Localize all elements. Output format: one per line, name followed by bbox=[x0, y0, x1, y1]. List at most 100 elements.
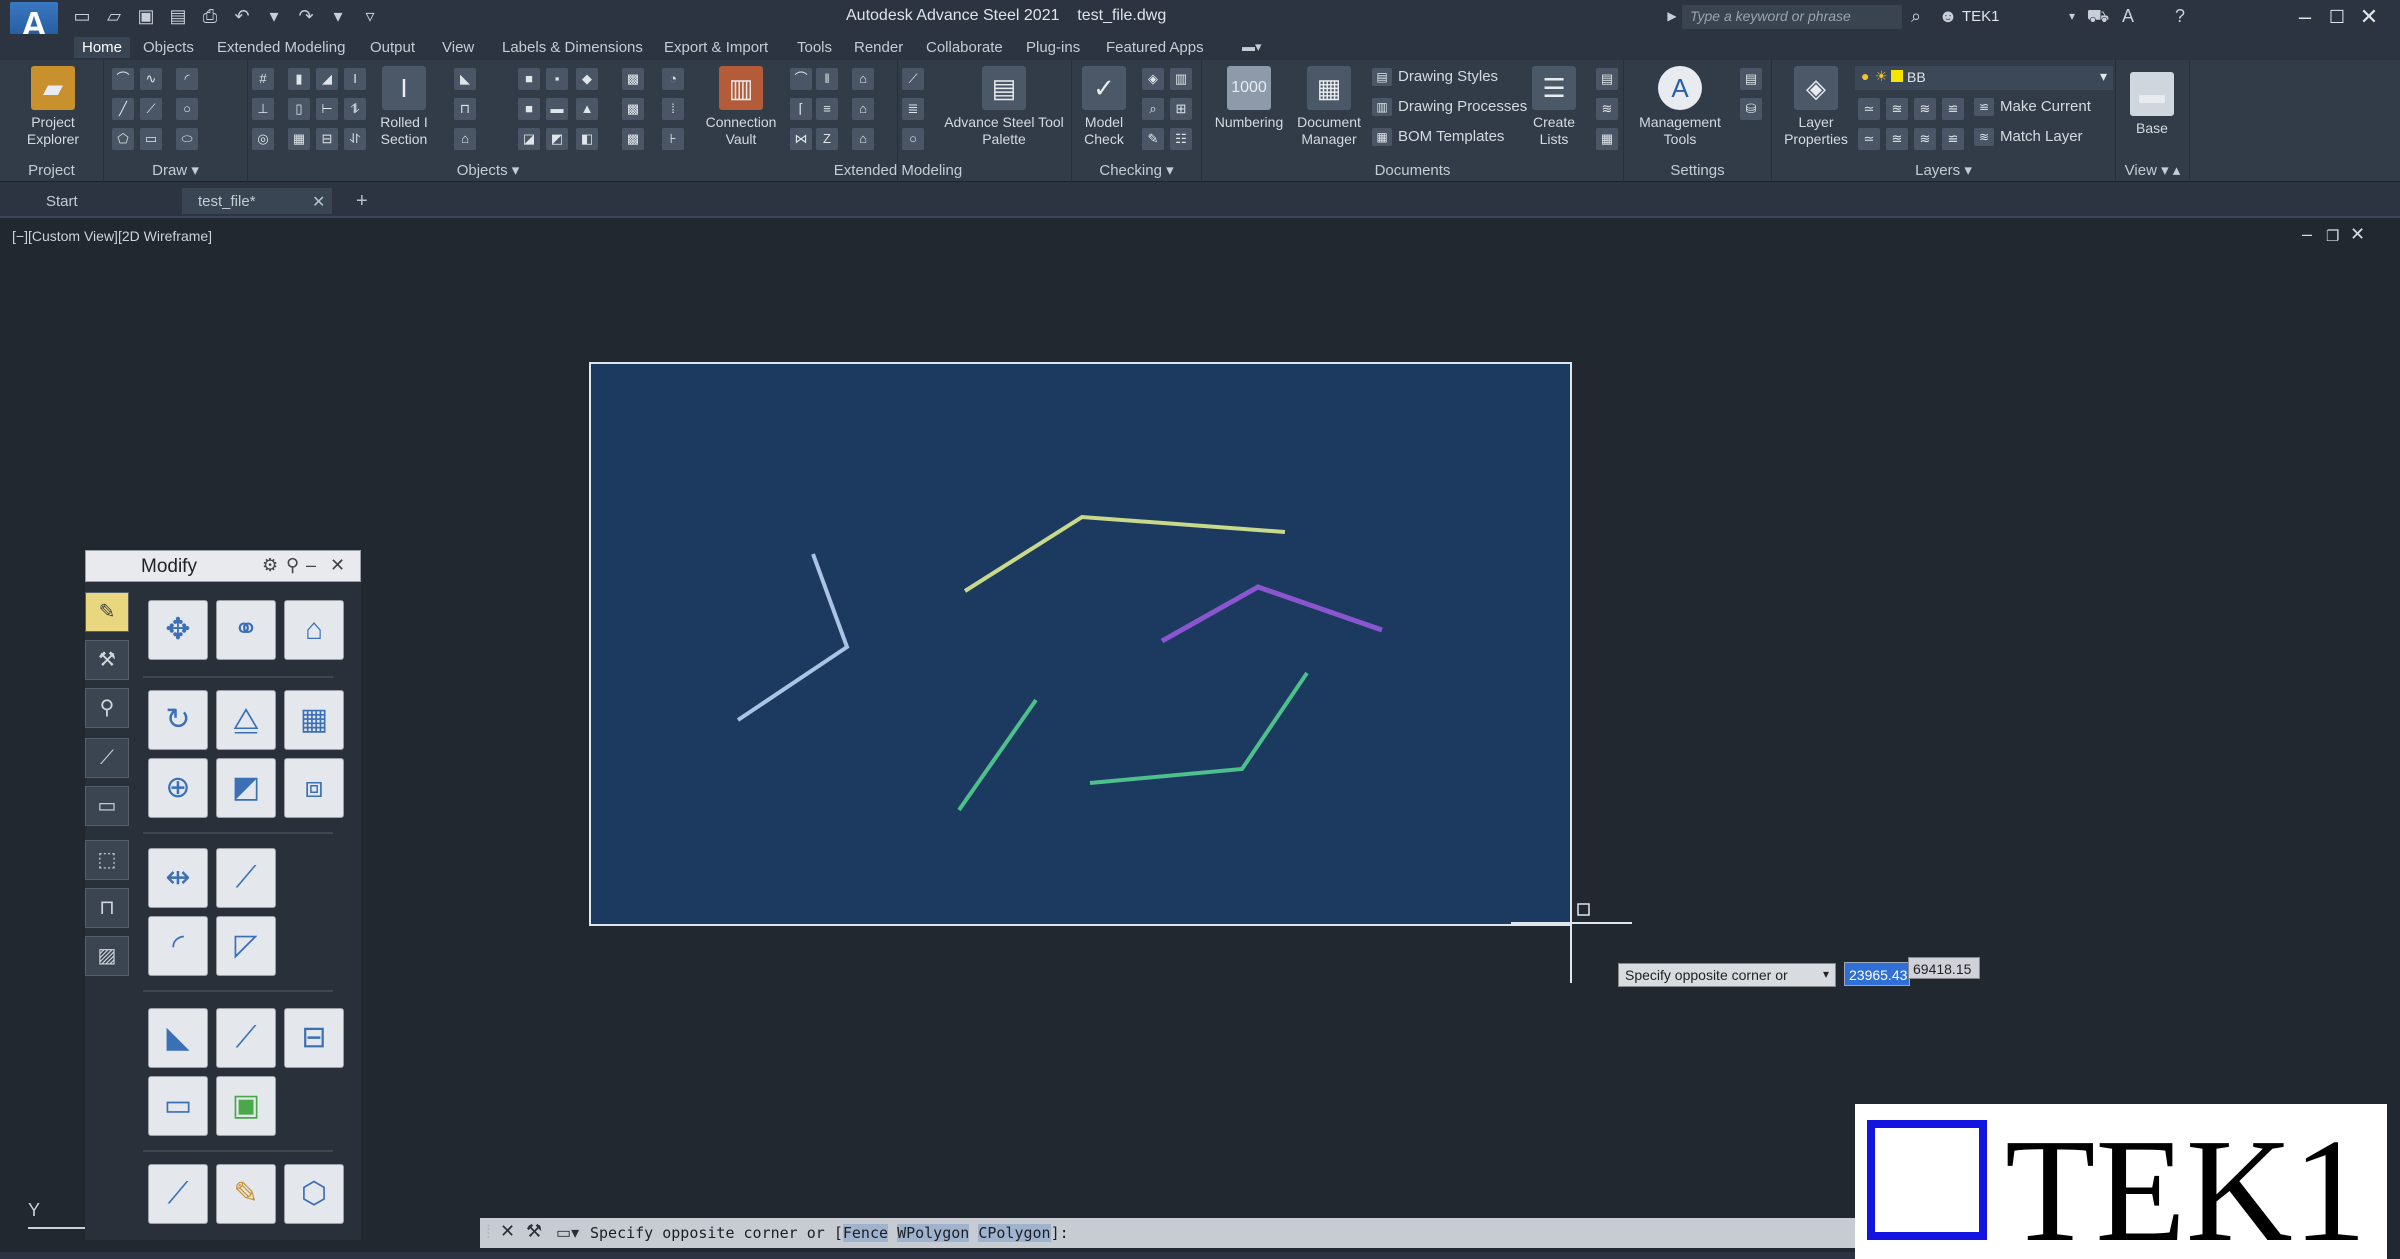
open-file-icon[interactable]: ▱ bbox=[102, 4, 126, 28]
close-window-icon[interactable]: ✕ bbox=[2354, 2, 2384, 32]
contour-icon[interactable]: ◩ bbox=[546, 128, 568, 150]
new-tab-icon[interactable]: + bbox=[356, 190, 368, 213]
connection-vault-button[interactable]: ▥ Connection Vault bbox=[696, 66, 786, 148]
break-icon[interactable]: ⟋ bbox=[216, 1008, 276, 1068]
panel-label-draw[interactable]: Draw ▾ bbox=[104, 161, 247, 179]
bom-templates-button[interactable]: ▦ BOM Templates bbox=[1372, 128, 1504, 147]
building-grid-icon[interactable]: ◎ bbox=[252, 128, 274, 150]
palette-close-icon[interactable]: ✕ bbox=[330, 555, 345, 576]
move-icon[interactable]: ✥ bbox=[148, 600, 208, 660]
bracing-icon[interactable]: ⥯ bbox=[344, 128, 366, 150]
cage-ladder-icon[interactable]: ⌈ bbox=[790, 98, 812, 120]
user-icon[interactable]: ☻ bbox=[1936, 4, 1960, 28]
truss-icon[interactable]: ⋈ bbox=[790, 128, 812, 150]
command-line-customize-icon[interactable]: ⚒ bbox=[526, 1221, 542, 1242]
level-icon[interactable]: ⊥ bbox=[252, 98, 274, 120]
layout-tabs[interactable] bbox=[0, 1252, 1860, 1259]
command-history-icon[interactable]: ▭▾ bbox=[556, 1223, 579, 1243]
tab-start[interactable]: Start bbox=[30, 188, 180, 214]
dynamic-input-y-field[interactable]: 69418.15 bbox=[1908, 957, 1980, 979]
lengthen-icon[interactable]: ◣ bbox=[148, 1008, 208, 1068]
panel-label-checking[interactable]: Checking ▾ bbox=[1072, 161, 1201, 179]
cut-icon[interactable]: ◪ bbox=[518, 128, 540, 150]
panel-label-view[interactable]: View ▾ ▴ bbox=[2116, 161, 2189, 179]
autodesk-account-icon[interactable]: A bbox=[2116, 4, 2140, 28]
new-file-icon[interactable]: ▭ bbox=[70, 4, 94, 28]
model-check-button[interactable]: ✓ Model Check bbox=[1076, 66, 1132, 148]
nc-icon[interactable]: ▤ bbox=[1596, 68, 1618, 90]
palette-tab-select-icon[interactable]: ⬚ bbox=[85, 840, 129, 880]
dynamic-input-options-icon[interactable]: ▾ bbox=[1823, 967, 1829, 981]
palette-tab-properties-icon[interactable]: ⚲ bbox=[85, 688, 129, 728]
help-icon[interactable]: ? bbox=[2168, 4, 2192, 28]
scale-icon[interactable]: ◩ bbox=[216, 758, 276, 818]
clash-check-icon[interactable]: ◈ bbox=[1142, 68, 1164, 90]
layer-unlock-icon[interactable]: ≌ bbox=[1942, 128, 1964, 150]
command-line-grip-icon[interactable]: ⁞ bbox=[486, 1222, 491, 1243]
connection-3-icon[interactable]: ⊦ bbox=[662, 128, 684, 150]
chamfer-tool-icon[interactable]: ◸ bbox=[216, 916, 276, 976]
dstv-icon[interactable]: ≋ bbox=[1596, 98, 1618, 120]
panel-label-layers[interactable]: Layers ▾ bbox=[1772, 161, 2115, 179]
ribbon-display-toggle-icon[interactable]: ▬▾ bbox=[1234, 37, 1270, 57]
grating-icon[interactable]: ⌂ bbox=[454, 128, 476, 150]
roof-icon[interactable]: ⌂ bbox=[852, 98, 874, 120]
fillet-icon[interactable]: ◜ bbox=[148, 916, 208, 976]
layer-lock-icon[interactable]: ≌ bbox=[1942, 98, 1964, 120]
polygon-icon[interactable]: ⬠ bbox=[112, 128, 134, 150]
spiral-stair-icon[interactable]: ≡ bbox=[816, 98, 838, 120]
palette-tab-dimension-icon[interactable]: ⟋ bbox=[85, 738, 129, 778]
print-icon[interactable]: ⎙ bbox=[198, 4, 222, 28]
stair-tool-icon[interactable]: ⟋ bbox=[902, 68, 924, 90]
help-search-input[interactable]: Type a keyword or phrase bbox=[1682, 5, 1902, 29]
tower-icon[interactable]: Z bbox=[816, 128, 838, 150]
redo-dropdown-icon[interactable]: ▾ bbox=[326, 4, 350, 28]
cart-icon[interactable]: ⛟ bbox=[2086, 4, 2110, 28]
dynamic-input-x-field[interactable]: 23965.43 bbox=[1844, 962, 1910, 986]
house-icon[interactable]: ⌂ bbox=[852, 68, 874, 90]
solid-edit-icon[interactable]: ⬡ bbox=[284, 1164, 344, 1224]
frame-icon[interactable]: ▦ bbox=[288, 128, 310, 150]
make-current-button[interactable]: ≌ Make Current bbox=[1974, 98, 2091, 117]
rectangle-icon[interactable]: ▭ bbox=[140, 128, 162, 150]
palette-minimize-icon[interactable]: – bbox=[306, 555, 316, 576]
command-option-wpolygon[interactable]: WPolygon bbox=[897, 1224, 970, 1242]
layer-isolate-icon[interactable]: ≊ bbox=[1886, 98, 1908, 120]
shear-stud-icon[interactable]: ◆ bbox=[576, 68, 598, 90]
weld-line-icon[interactable]: ▬ bbox=[546, 98, 568, 120]
palette-settings-icon[interactable]: ⚙ bbox=[262, 555, 278, 576]
explode-icon[interactable]: ▣ bbox=[216, 1076, 276, 1136]
offset-icon[interactable]: ⌂ bbox=[284, 600, 344, 660]
management-tools-button[interactable]: A Management Tools bbox=[1628, 66, 1732, 148]
arc-icon[interactable]: ◜ bbox=[176, 68, 198, 90]
palette-tab-insert-icon[interactable]: ⊓ bbox=[85, 888, 129, 928]
join-icon[interactable]: ⟋ bbox=[148, 1164, 208, 1224]
pattern-icon[interactable]: ▩ bbox=[622, 68, 644, 90]
report-icon[interactable]: ▦ bbox=[1596, 128, 1618, 150]
tab-labels-dimensions[interactable]: Labels & Dimensions bbox=[494, 37, 651, 58]
minimize-window-icon[interactable]: – bbox=[2290, 2, 2320, 32]
tab-export-import[interactable]: Export & Import bbox=[656, 37, 776, 58]
close-tab-icon[interactable]: ✕ bbox=[312, 192, 325, 212]
railing-icon[interactable]: ‖ bbox=[816, 68, 838, 90]
column-icon[interactable]: ▯ bbox=[288, 98, 310, 120]
trim-icon[interactable]: ⇹ bbox=[148, 848, 208, 908]
tab-render[interactable]: Render bbox=[846, 37, 911, 58]
match-layer-button[interactable]: ≋ Match Layer bbox=[1974, 128, 2083, 147]
tab-collaborate[interactable]: Collaborate bbox=[918, 37, 1011, 58]
circle-tool-icon[interactable]: ○ bbox=[902, 128, 924, 150]
check-list-icon[interactable]: ☷ bbox=[1170, 128, 1192, 150]
palette-pin-icon[interactable]: ⚲ bbox=[286, 555, 299, 576]
align-icon[interactable]: ⊟ bbox=[284, 1008, 344, 1068]
array-icon[interactable]: ▦ bbox=[284, 690, 344, 750]
command-line-close-icon[interactable]: ✕ bbox=[500, 1221, 515, 1242]
column-split-icon[interactable]: ⊢ bbox=[316, 98, 338, 120]
tool-palette-button[interactable]: ▤ Advance Steel Tool Palette bbox=[938, 66, 1070, 148]
circle-icon[interactable]: ○ bbox=[176, 98, 198, 120]
stretch-icon[interactable]: ⧈ bbox=[284, 758, 344, 818]
spline-icon[interactable]: ∿ bbox=[140, 68, 162, 90]
base-view-button[interactable]: ▬ Base bbox=[2122, 72, 2182, 137]
save-icon[interactable]: ▣ bbox=[134, 4, 158, 28]
extend-icon[interactable]: ⟋ bbox=[216, 848, 276, 908]
stair-icon[interactable]: ⌒ bbox=[790, 68, 812, 90]
